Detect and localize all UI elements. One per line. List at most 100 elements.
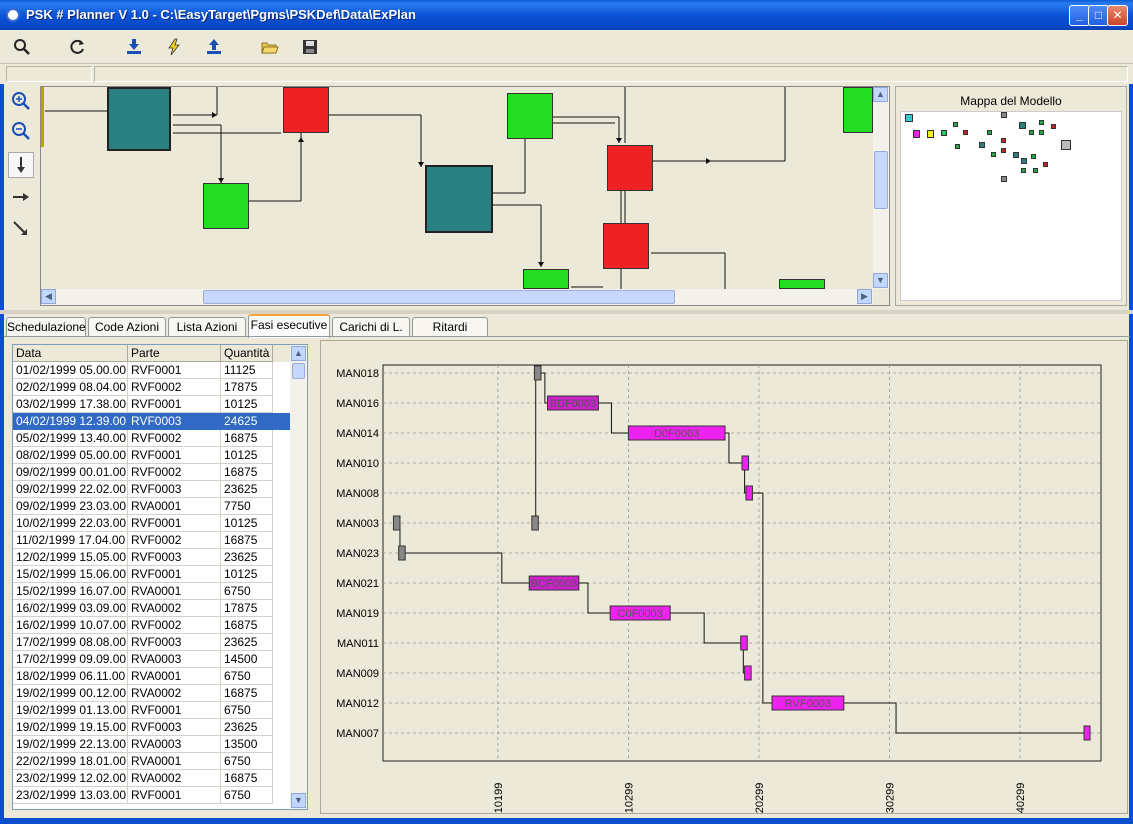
tab-schedulazione[interactable]: Schedulazione	[6, 317, 86, 337]
flow-node-buffer-5[interactable]	[843, 87, 873, 133]
scroll-right-arrow[interactable]: ▶	[857, 289, 872, 304]
execution-table[interactable]: Data Parte Quantità 01/02/1999 05.00.00 R…	[12, 344, 308, 810]
link-right-button[interactable]	[8, 184, 34, 210]
tab-lista-azioni[interactable]: Lista Azioni	[168, 317, 246, 337]
toolbar	[0, 30, 1133, 64]
table-row[interactable]: 09/02/1999 22.02.00 RVF0003 23625	[13, 481, 291, 498]
flow-node-buffer-4[interactable]	[779, 279, 825, 289]
table-row[interactable]: 19/02/1999 19.15.00 RVF0003 23625	[13, 719, 291, 736]
gantt-bar	[744, 665, 752, 681]
tab-code-azioni[interactable]: Code Azioni	[88, 317, 166, 337]
map-node	[1033, 168, 1038, 173]
table-row[interactable]: 19/02/1999 22.13.00 RVA0003 13500	[13, 736, 291, 753]
link-down-button[interactable]	[8, 152, 34, 178]
flow-node-machine-3[interactable]	[603, 223, 649, 269]
table-row[interactable]: 18/02/1999 06.11.00 RVA0001 6750	[13, 668, 291, 685]
model-map-view[interactable]	[900, 111, 1122, 301]
minimize-button[interactable]: _	[1069, 5, 1090, 26]
flow-node-resource-2[interactable]	[425, 165, 493, 233]
map-node	[1013, 152, 1019, 158]
arrow-right-icon	[13, 193, 29, 201]
open-button[interactable]	[258, 35, 282, 59]
canvas-vertical-scrollbar[interactable]: ▲ ▼	[873, 87, 889, 289]
refresh-button[interactable]	[66, 35, 90, 59]
link-diagonal-button[interactable]	[8, 216, 34, 242]
table-scroll-up[interactable]: ▲	[291, 346, 306, 361]
canvas-horizontal-scrollbar[interactable]: ◀ ▶	[41, 289, 873, 305]
table-scroll-down[interactable]: ▼	[291, 793, 306, 808]
cell-data: 09/02/1999 00.01.00	[13, 464, 128, 481]
save-button[interactable]	[298, 35, 322, 59]
table-header: Data Parte Quantità	[13, 345, 291, 362]
scroll-thumb-horizontal[interactable]	[203, 290, 675, 304]
table-row[interactable]: 23/02/1999 13.03.00 RVF0001 6750	[13, 787, 291, 804]
y-tick-label: MAN008	[336, 488, 379, 500]
title-bar[interactable]: PSK # Planner V 1.0 - C:\EasyTarget\Pgms…	[0, 0, 1133, 30]
map-node	[1051, 124, 1056, 129]
cell-data: 02/02/1999 08.04.00	[13, 379, 128, 396]
table-row[interactable]: 10/02/1999 22.03.00 RVF0001 10125	[13, 515, 291, 532]
table-row[interactable]: 08/02/1999 05.00.00 RVF0001 10125	[13, 447, 291, 464]
flow-node-machine-2[interactable]	[607, 145, 653, 191]
table-row[interactable]: 12/02/1999 15.05.00 RVF0003 23625	[13, 549, 291, 566]
table-row[interactable]: 23/02/1999 12.02.00 RVA0002 16875	[13, 770, 291, 787]
y-tick-label: MAN010	[336, 458, 379, 470]
flow-node-buffer-2[interactable]	[507, 93, 553, 139]
cell-quantita: 17875	[221, 600, 273, 617]
table-row[interactable]: 16/02/1999 10.07.00 RVF0002 16875	[13, 617, 291, 634]
zoom-out-button[interactable]	[8, 118, 34, 144]
table-row[interactable]: 09/02/1999 00.01.00 RVF0002 16875	[13, 464, 291, 481]
maximize-button[interactable]: □	[1088, 5, 1109, 26]
table-row[interactable]: 11/02/1999 17.04.00 RVF0002 16875	[13, 532, 291, 549]
flow-node-buffer-3[interactable]	[523, 269, 569, 289]
gantt-bar	[533, 365, 542, 381]
cell-parte: RVA0003	[128, 736, 221, 753]
table-row[interactable]: 01/02/1999 05.00.00 RVF0001 11125	[13, 362, 291, 379]
table-row[interactable]: 22/02/1999 18.01.00 RVA0001 6750	[13, 753, 291, 770]
column-header-data[interactable]: Data	[13, 345, 128, 362]
column-header-parte[interactable]: Parte	[128, 345, 221, 362]
gantt-bar	[531, 515, 539, 531]
x-tick-label: 030299	[885, 783, 897, 813]
search-button[interactable]	[10, 35, 34, 59]
tab-carichi[interactable]: Carichi di L.	[332, 317, 410, 337]
scroll-down-arrow[interactable]: ▼	[873, 273, 888, 288]
table-row[interactable]: 17/02/1999 09.09.00 RVA0003 14500	[13, 651, 291, 668]
scroll-thumb-vertical[interactable]	[874, 151, 888, 209]
table-vertical-scrollbar[interactable]: ▲ ▼	[290, 345, 307, 809]
gantt-bar-label: D0F0003	[654, 428, 699, 440]
model-canvas[interactable]: ▲ ▼ ◀ ▶	[40, 86, 890, 306]
table-row[interactable]: 03/02/1999 17.38.00 RVF0001 10125	[13, 396, 291, 413]
table-scroll-thumb[interactable]	[292, 363, 305, 379]
flow-node-buffer-1[interactable]	[203, 183, 249, 229]
table-row[interactable]: 15/02/1999 15.06.00 RVF0001 10125	[13, 566, 291, 583]
close-button[interactable]: ✕	[1107, 5, 1128, 26]
table-row[interactable]: 19/02/1999 01.13.00 RVF0001 6750	[13, 702, 291, 719]
table-body: 01/02/1999 05.00.00 RVF0001 11125 02/02/199…	[13, 362, 291, 804]
table-row[interactable]: 09/02/1999 23.03.00 RVA0001 7750	[13, 498, 291, 515]
table-row[interactable]: 17/02/1999 08.08.00 RVF0003 23625	[13, 634, 291, 651]
scroll-up-arrow[interactable]: ▲	[873, 87, 888, 102]
export-button[interactable]	[202, 35, 226, 59]
table-row[interactable]: 04/02/1999 12.39.00 RVF0003 24625	[13, 413, 291, 430]
table-row[interactable]: 19/02/1999 00.12.00 RVA0002 16875	[13, 685, 291, 702]
map-node	[1021, 158, 1027, 164]
column-header-quantita[interactable]: Quantità	[221, 345, 273, 362]
run-button[interactable]	[162, 35, 186, 59]
import-button[interactable]	[122, 35, 146, 59]
scroll-left-arrow[interactable]: ◀	[41, 289, 56, 304]
tab-fasi-esecutive[interactable]: Fasi esecutive	[248, 314, 330, 338]
cell-quantita: 16875	[221, 430, 273, 447]
model-map-title: Mappa del Modello	[960, 94, 1062, 108]
table-row[interactable]: 02/02/1999 08.04.00 RVF0002 17875	[13, 379, 291, 396]
table-row[interactable]: 05/02/1999 13.40.00 RVF0002 16875	[13, 430, 291, 447]
map-node	[955, 144, 960, 149]
flow-node-machine-1[interactable]	[283, 87, 329, 133]
cell-quantita: 10125	[221, 396, 273, 413]
gantt-chart-panel: MAN018 MAN016 MAN014 MAN010 MAN008 MAN003 MAN0…	[320, 340, 1128, 814]
zoom-in-button[interactable]	[8, 88, 34, 114]
table-row[interactable]: 16/02/1999 03.09.00 RVA0002 17875	[13, 600, 291, 617]
table-row[interactable]: 15/02/1999 16.07.00 RVA0001 6750	[13, 583, 291, 600]
flow-node-resource-1[interactable]	[107, 87, 171, 151]
tab-ritardi[interactable]: Ritardi	[412, 317, 488, 337]
